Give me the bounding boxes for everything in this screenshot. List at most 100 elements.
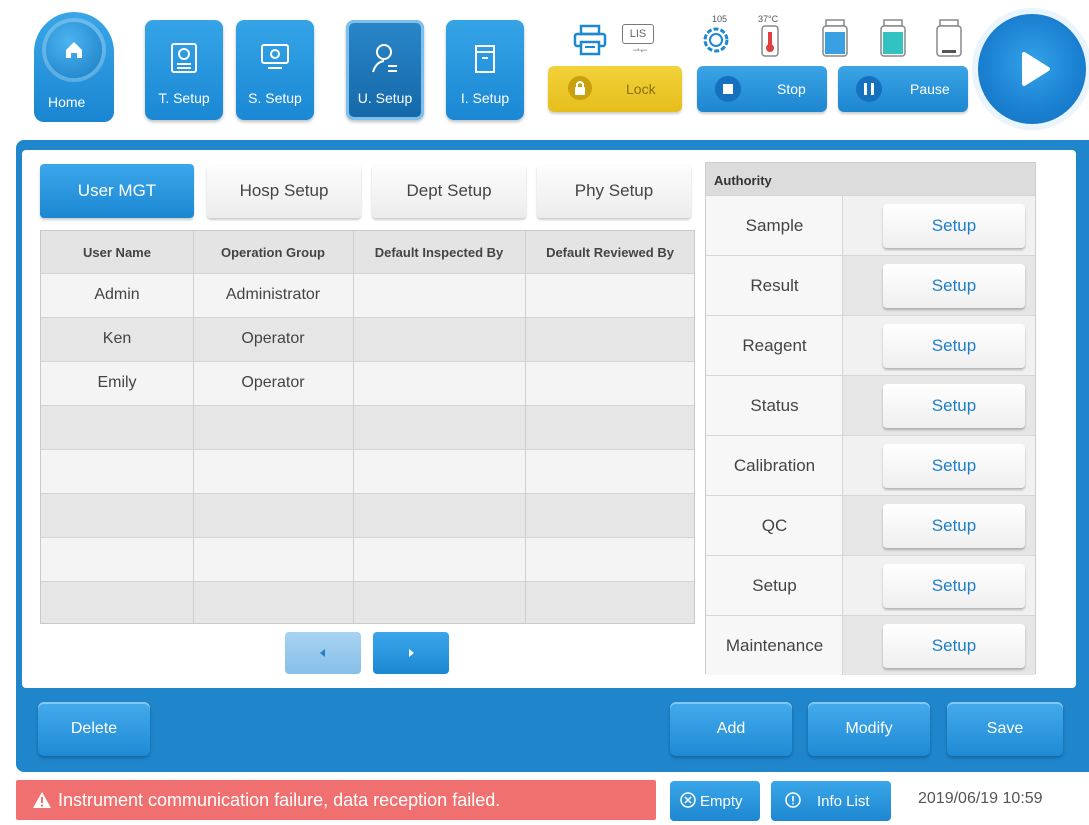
alarm-bar[interactable]: Instrument communication failure, data r… [16,780,656,820]
tab-phy-setup[interactable]: Phy Setup [537,164,691,218]
thermometer-icon [761,25,779,57]
table-row[interactable] [41,449,694,493]
lis-label: LIS [629,28,647,40]
authority-row-result: Result Setup [706,255,1035,315]
column-header-operation-group: Operation Group [221,245,325,260]
info-icon [785,792,801,808]
t-setup-button[interactable]: T. Setup [145,20,223,120]
save-button[interactable]: Save [947,702,1063,756]
previous-page-button[interactable] [285,632,361,674]
authority-name: Sample [745,216,804,235]
authority-row-sample: Sample Setup [706,195,1035,255]
tab-hosp-setup[interactable]: Hosp Setup [207,164,361,218]
lock-icon [568,76,592,100]
authority-row-maintenance: Maintenance Setup [706,615,1035,675]
lis-icon: LIS [622,24,654,44]
info-list-label: Info List [817,793,870,810]
authority-row-setup: Setup Setup [706,555,1035,615]
authority-panel: Authority Sample Setup Result Setup Reag… [705,162,1036,675]
modify-label: Modify [845,720,893,737]
warning-icon [33,792,51,808]
stop-button[interactable]: Stop [697,66,827,112]
cell-user-name: Emily [97,374,137,391]
printer-icon[interactable] [572,24,608,56]
authority-row-calibration: Calibration Setup [706,435,1035,495]
caret-right-icon [409,649,414,657]
cell-operation-group: Operator [241,374,305,391]
authority-title: Authority [706,163,1035,195]
empty-label: Empty [700,793,743,810]
u-setup-button[interactable]: U. Setup [346,20,424,120]
add-button[interactable]: Add [670,702,792,756]
reagent-bottle-icon [822,19,848,57]
start-button[interactable] [978,14,1086,124]
lis-status: LIS ⇀↽ [622,24,658,55]
clear-circle-icon [680,792,696,808]
delete-button[interactable]: Delete [38,702,150,756]
delete-label: Delete [70,720,118,737]
waste-bottle-icon [936,19,962,57]
reagent-setup-button[interactable]: Setup [883,324,1025,368]
calibration-setup-button[interactable]: Setup [883,444,1025,488]
gauge-value: 105 [712,14,728,24]
table-row[interactable] [41,493,694,537]
column-header-user-name: User Name [83,245,151,260]
table-row[interactable] [41,537,694,581]
info-list-button[interactable]: Info List [771,781,891,821]
s-setup-button[interactable]: S. Setup [236,20,314,120]
alarm-message: Instrument communication failure, data r… [58,790,501,810]
diluent-bottle-icon [880,19,906,57]
column-header-default-reviewed-by: Default Reviewed By [546,245,674,260]
save-label: Save [986,720,1024,737]
result-setup-button[interactable]: Setup [883,264,1025,308]
modify-button[interactable]: Modify [808,702,930,756]
stop-label: Stop [777,81,806,97]
temperature-status: 37°C [758,14,788,63]
tab-label: Phy Setup [574,181,654,200]
temperature-value: 37°C [758,14,779,24]
authority-name: Result [750,276,799,295]
gear-icon [703,27,729,53]
cell-operation-group: Operator [241,330,305,347]
caret-left-icon [320,649,325,657]
empty-button[interactable]: Empty [670,781,760,821]
tab-dept-setup[interactable]: Dept Setup [372,164,526,218]
tab-label: Hosp Setup [239,181,329,200]
table-header: User Name Operation Group Default Inspec… [41,231,694,273]
table-row[interactable]: Ken Operator [41,317,694,361]
table-row[interactable]: Emily Operator [41,361,694,405]
column-divider [193,231,194,623]
i-setup-label: I. Setup [460,90,510,106]
pause-button[interactable]: Pause [838,66,968,112]
authority-name: Calibration [733,456,816,475]
tab-user-mgt[interactable]: User MGT [40,164,194,218]
sample-setup-button[interactable]: Setup [883,204,1025,248]
s-setup-label: S. Setup [248,90,302,106]
qc-setup-button[interactable]: Setup [883,504,1025,548]
gauge-status: 105 [700,14,740,61]
lock-button[interactable]: Lock [548,66,682,112]
home-button[interactable]: Home [34,12,114,122]
table-row[interactable] [41,405,694,449]
home-icon [66,42,82,58]
column-header-default-inspected-by: Default Inspected By [374,245,504,260]
cell-user-name: Admin [94,286,140,303]
table-row[interactable]: Admin Administrator [41,273,694,317]
table-row[interactable] [41,581,694,623]
instrument-setup-icon [475,45,495,73]
pause-label: Pause [910,81,950,97]
i-setup-button[interactable]: I. Setup [446,20,524,120]
t-setup-label: T. Setup [158,90,210,106]
maintenance-setup-button[interactable]: Setup [883,624,1025,668]
stop-icon [715,76,741,102]
next-page-button[interactable] [373,632,449,674]
cell-user-name: Ken [102,330,132,347]
add-label: Add [716,720,746,737]
user-table: User Name Operation Group Default Inspec… [40,230,695,624]
authority-row-status: Status Setup [706,375,1035,435]
status-setup-button[interactable]: Setup [883,384,1025,428]
home-label: Home [48,94,86,110]
setup-setup-button[interactable]: Setup [883,564,1025,608]
test-setup-icon [171,43,197,73]
datetime: 2019/06/19 10:59 [918,790,1043,807]
